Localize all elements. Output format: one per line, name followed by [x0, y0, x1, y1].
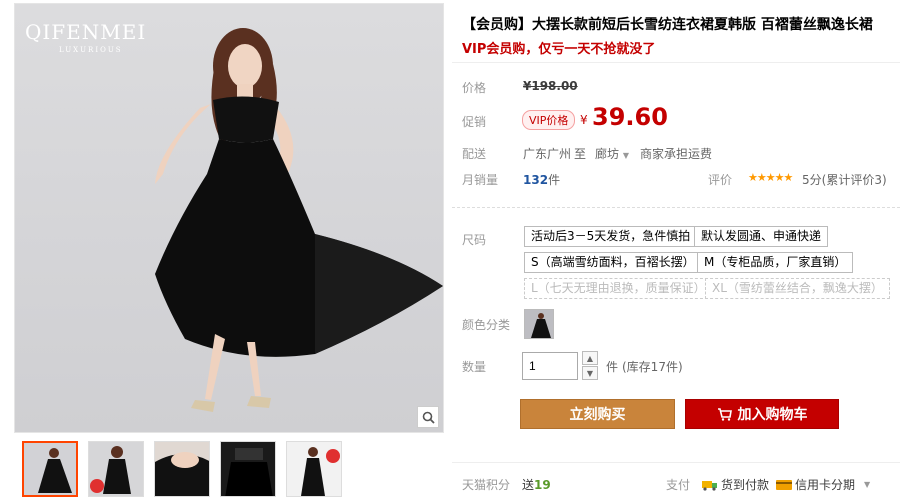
- size-label: 尺码: [462, 233, 487, 247]
- thumbnail-strip: [22, 441, 342, 497]
- size-option-2[interactable]: 默认发圆通、申通快递: [694, 226, 829, 247]
- quantity-input[interactable]: [522, 352, 578, 380]
- promo-label: 促销: [462, 115, 487, 129]
- original-price: ¥198.00: [523, 79, 578, 93]
- color-label: 颜色分类: [462, 318, 511, 332]
- sales-unit: 件: [548, 173, 561, 187]
- payment-label: 支付: [666, 478, 691, 492]
- cart-icon: [717, 407, 732, 421]
- delivery-label: 配送: [462, 147, 487, 161]
- color-swatch-black[interactable]: [524, 309, 554, 339]
- delivery-note: 商家承担运费: [640, 147, 713, 161]
- add-to-cart-label: 加入购物车: [737, 407, 808, 423]
- product-subtitle: VIP会员购，仅亏一天不抢就没了: [462, 42, 656, 57]
- size-option-s[interactable]: S（高端雪纺面料，百褶长摆）: [524, 252, 702, 273]
- thumbnail-image: [89, 442, 143, 496]
- color-swatch-image: [531, 313, 551, 338]
- rating-stars: ★★★★★: [748, 171, 793, 184]
- brand-name: QIFENMEI: [25, 20, 147, 44]
- delivery-destination: 廊坊: [595, 147, 620, 161]
- size-option-xl[interactable]: XL（雪纺蕾丝结合，飘逸大摆）: [705, 278, 890, 299]
- size-option-l[interactable]: L（七天无理由退换，质量保证）: [524, 278, 713, 299]
- thumbnail-1[interactable]: [22, 441, 78, 497]
- sales-label: 月销量: [462, 173, 499, 187]
- thumbnail-image: [221, 442, 275, 496]
- points-value: 19: [534, 478, 551, 492]
- installment-label: 信用卡分期: [795, 478, 856, 492]
- chevron-up-icon: ▲: [586, 353, 594, 363]
- cod-option: 货到付款: [702, 476, 769, 493]
- thumbnail-3[interactable]: [154, 441, 210, 497]
- points-label: 天猫积分: [462, 478, 511, 492]
- size-option-1[interactable]: 活动后3－5天发货，急件慎拍: [524, 226, 698, 247]
- quantity-unit: 件: [606, 360, 619, 374]
- brand-subtitle: LUXURIOUS: [59, 46, 123, 54]
- thumbnail-5[interactable]: [286, 441, 342, 497]
- sale-price: 39.60: [592, 103, 668, 131]
- currency-symbol: ¥: [580, 113, 588, 127]
- delivery-to-word: 至: [574, 147, 587, 161]
- footer-divider: [452, 462, 900, 463]
- product-title: 【会员购】大摆长款前短后长雪纺连衣裙夏韩版 百褶蕾丝飘逸长裙: [462, 17, 873, 33]
- brand-watermark: QIFENMEI LUXURIOUS: [25, 20, 146, 54]
- price-info-panel: 价格 ¥198.00 促销 VIP价格 ¥ 39.60 配送 广东广州 至 廊坊…: [452, 62, 900, 198]
- quantity-increase-button[interactable]: ▲: [582, 351, 598, 365]
- stock-text: (库存17件): [622, 360, 683, 374]
- installment-option[interactable]: 信用卡分期 ▼: [776, 476, 870, 493]
- price-label: 价格: [462, 81, 487, 95]
- quantity-label: 数量: [462, 360, 487, 374]
- section-divider: [452, 207, 900, 208]
- caret-down-icon: ▼: [622, 151, 629, 160]
- sales-count: 132: [523, 173, 549, 187]
- thumbnail-image: [24, 443, 76, 495]
- delivery-from: 广东广州: [523, 147, 572, 161]
- zoom-button[interactable]: [417, 406, 439, 428]
- quantity-decrease-button[interactable]: ▼: [582, 366, 598, 380]
- rating-link[interactable]: 5分(累计评价3): [802, 171, 887, 188]
- delivery-destination-select[interactable]: 廊坊 ▼: [595, 145, 629, 162]
- credit-card-icon: [776, 479, 792, 490]
- main-product-image[interactable]: QIFENMEI LUXURIOUS: [14, 3, 444, 433]
- search-icon: [422, 411, 435, 424]
- buy-now-label: 立刻购买: [569, 407, 626, 423]
- truck-icon: [702, 480, 717, 491]
- caret-down-icon: ▼: [864, 480, 871, 489]
- thumbnail-image: [155, 442, 209, 496]
- vip-price-badge: VIP价格: [522, 110, 576, 130]
- cod-label: 货到付款: [721, 478, 770, 492]
- points-prefix: 送: [522, 478, 535, 492]
- thumbnail-4[interactable]: [220, 441, 276, 497]
- chevron-down-icon: ▼: [586, 368, 594, 378]
- buy-now-button[interactable]: 立刻购买: [520, 399, 675, 429]
- add-to-cart-button[interactable]: 加入购物车: [685, 399, 839, 429]
- thumbnail-image: [287, 442, 341, 496]
- thumbnail-2[interactable]: [88, 441, 144, 497]
- rating-label: 评价: [708, 173, 733, 187]
- size-option-m[interactable]: M（专柜品质，厂家直销）: [697, 252, 854, 273]
- model-photo: [155, 28, 443, 412]
